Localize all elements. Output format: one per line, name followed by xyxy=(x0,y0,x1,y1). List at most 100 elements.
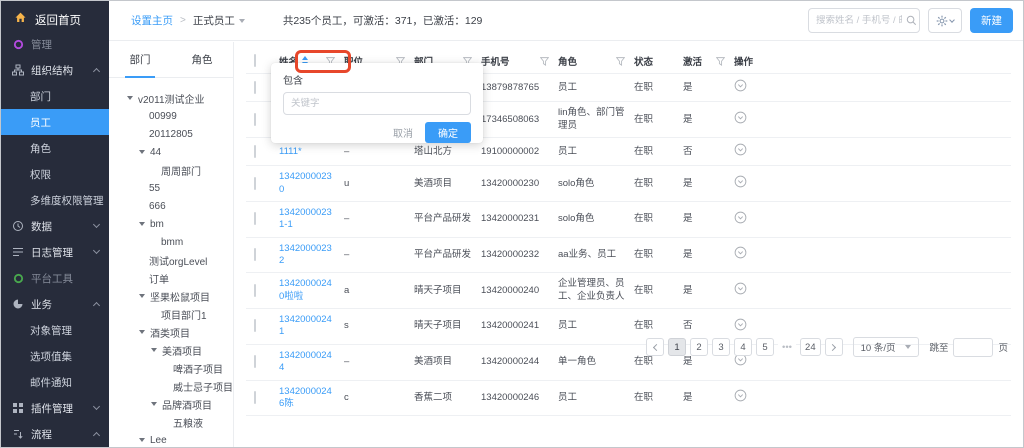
tree-node-label: bmm xyxy=(161,237,183,248)
sidebar-home[interactable]: 返回首页 xyxy=(1,1,109,31)
sidebar-item-workflow[interactable]: 流程 xyxy=(1,421,109,447)
search-icon[interactable] xyxy=(906,15,917,26)
breadcrumb-caret-icon[interactable] xyxy=(239,19,245,23)
row-checkbox[interactable] xyxy=(254,319,256,332)
row-actions-icon[interactable] xyxy=(734,282,747,295)
row-actions-icon[interactable] xyxy=(734,246,747,259)
tree-node[interactable]: Lee xyxy=(109,431,233,448)
tree-node[interactable]: 订单 xyxy=(109,269,233,287)
page-button[interactable]: 3 xyxy=(712,338,730,356)
tree-expand-icon[interactable] xyxy=(139,150,145,154)
employee-name-link[interactable]: 13420000230 xyxy=(279,166,344,201)
sidebar-item-department[interactable]: 部门 xyxy=(1,83,109,109)
tree-node[interactable]: 周周部门 xyxy=(109,161,233,179)
sidebar-item-org-structure[interactable]: 组织结构 xyxy=(1,57,109,83)
sidebar-item-option-sets[interactable]: 选项值集 xyxy=(1,343,109,369)
page-button[interactable]: 4 xyxy=(734,338,752,356)
sidebar-item-permission[interactable]: 权限 xyxy=(1,161,109,187)
tab-department[interactable]: 部门 xyxy=(109,42,171,77)
row-checkbox[interactable] xyxy=(254,248,256,261)
row-actions-icon[interactable] xyxy=(734,79,747,92)
prev-page-button[interactable] xyxy=(646,338,664,356)
row-checkbox[interactable] xyxy=(254,391,256,404)
tab-role[interactable]: 角色 xyxy=(171,42,233,77)
sidebar-item-platform-tools[interactable]: 平台工具 xyxy=(1,265,109,291)
sidebar-item-multi-dim-permission[interactable]: 多维度权限管理 xyxy=(1,187,109,213)
tree-node[interactable]: 五粮液 xyxy=(109,413,233,431)
tree-node[interactable]: 20112805 xyxy=(109,125,233,143)
search-input[interactable] xyxy=(816,15,902,26)
row-actions-icon[interactable] xyxy=(734,111,747,124)
column-settings-button[interactable] xyxy=(928,8,962,33)
tree-node[interactable]: bm xyxy=(109,215,233,233)
tree-node[interactable]: 威士忌子项目 xyxy=(109,377,233,395)
new-button[interactable]: 新建 xyxy=(970,8,1013,33)
next-page-button[interactable] xyxy=(825,338,843,356)
sidebar-item-email-notification[interactable]: 邮件通知 xyxy=(1,369,109,395)
breadcrumb-link[interactable]: 设置主页 xyxy=(131,13,173,28)
row-actions-icon[interactable] xyxy=(734,211,747,224)
tree-node[interactable]: 美酒项目 xyxy=(109,341,233,359)
page-ellipsis[interactable]: ••• xyxy=(778,338,796,356)
sidebar-item-role[interactable]: 角色 xyxy=(1,135,109,161)
tree-node[interactable]: 测试orgLevel xyxy=(109,251,233,269)
tree-expand-icon[interactable] xyxy=(151,348,157,352)
page-size-select[interactable]: 10 条/页 xyxy=(853,337,920,357)
tree-node[interactable]: 品牌酒项目 xyxy=(109,395,233,413)
sidebar-item-data[interactable]: 数据 xyxy=(1,213,109,239)
page-button[interactable]: 5 xyxy=(756,338,774,356)
tree-expand-icon[interactable] xyxy=(139,294,145,298)
filter-keyword-input[interactable] xyxy=(283,92,471,115)
tree-node[interactable]: 55 xyxy=(109,179,233,197)
sidebar-item-log-management[interactable]: 日志管理 xyxy=(1,239,109,265)
row-actions-icon[interactable] xyxy=(734,143,747,156)
tree-node[interactable]: 坚果松鼠项目 xyxy=(109,287,233,305)
tree-node[interactable]: 00999 xyxy=(109,107,233,125)
tree-node[interactable]: 啤酒子项目 xyxy=(109,359,233,377)
page-button[interactable]: 24 xyxy=(800,338,821,356)
select-all-checkbox[interactable] xyxy=(254,54,256,67)
tree-node[interactable]: v2011测试企业 xyxy=(109,89,233,107)
row-checkbox[interactable] xyxy=(254,177,256,190)
tree-expand-icon[interactable] xyxy=(127,96,133,100)
employee-name-link[interactable]: 13420000244 xyxy=(279,345,344,380)
employee-name-link[interactable]: 1111* xyxy=(279,141,344,163)
sidebar-item-object-management[interactable]: 对象管理 xyxy=(1,317,109,343)
tree-expand-icon[interactable] xyxy=(139,438,145,442)
employee-name-link[interactable]: 13420000246陈 xyxy=(279,381,344,416)
row-checkbox[interactable] xyxy=(254,212,256,225)
sidebar-item-employee[interactable]: 员工 xyxy=(1,109,109,135)
row-checkbox[interactable] xyxy=(254,284,256,297)
sidebar-item-plugin-management[interactable]: 插件管理 xyxy=(1,395,109,421)
filter-icon[interactable] xyxy=(540,57,549,66)
filter-icon[interactable] xyxy=(616,57,625,66)
filter-cancel-button[interactable]: 取消 xyxy=(393,125,413,140)
sidebar-item-management[interactable]: 管理 xyxy=(1,31,109,57)
tree-node[interactable]: 项目部门1 xyxy=(109,305,233,323)
employee-name-link[interactable]: 13420000241 xyxy=(279,309,344,344)
filter-icon[interactable] xyxy=(716,57,725,66)
row-checkbox[interactable] xyxy=(254,145,256,158)
sidebar-item-business[interactable]: 业务 xyxy=(1,291,109,317)
tree-node[interactable]: 酒类项目 xyxy=(109,323,233,341)
page-button[interactable]: 2 xyxy=(690,338,708,356)
row-checkbox[interactable] xyxy=(254,81,256,94)
tree-expand-icon[interactable] xyxy=(139,222,145,226)
row-actions-icon[interactable] xyxy=(734,318,747,331)
tree-node[interactable]: 666 xyxy=(109,197,233,215)
employee-name-link[interactable]: 13420000240啦啦 xyxy=(279,273,344,308)
row-checkbox[interactable] xyxy=(254,113,256,126)
filter-confirm-button[interactable]: 确定 xyxy=(425,122,471,143)
page-button[interactable]: 1 xyxy=(668,338,686,356)
row-actions-icon[interactable] xyxy=(734,175,747,188)
tree-expand-icon[interactable] xyxy=(151,402,157,406)
employee-name-link[interactable]: 13420000232 xyxy=(279,238,344,273)
jump-page-input[interactable] xyxy=(953,338,993,357)
tree-node[interactable]: 44 xyxy=(109,143,233,161)
breadcrumb-current[interactable]: 正式员工 xyxy=(193,13,235,28)
tree-expand-icon[interactable] xyxy=(139,330,145,334)
row-actions-icon[interactable] xyxy=(734,389,747,402)
employee-name-link[interactable]: 13420000231-1 xyxy=(279,202,344,237)
row-checkbox[interactable] xyxy=(254,355,256,368)
tree-node[interactable]: bmm xyxy=(109,233,233,251)
